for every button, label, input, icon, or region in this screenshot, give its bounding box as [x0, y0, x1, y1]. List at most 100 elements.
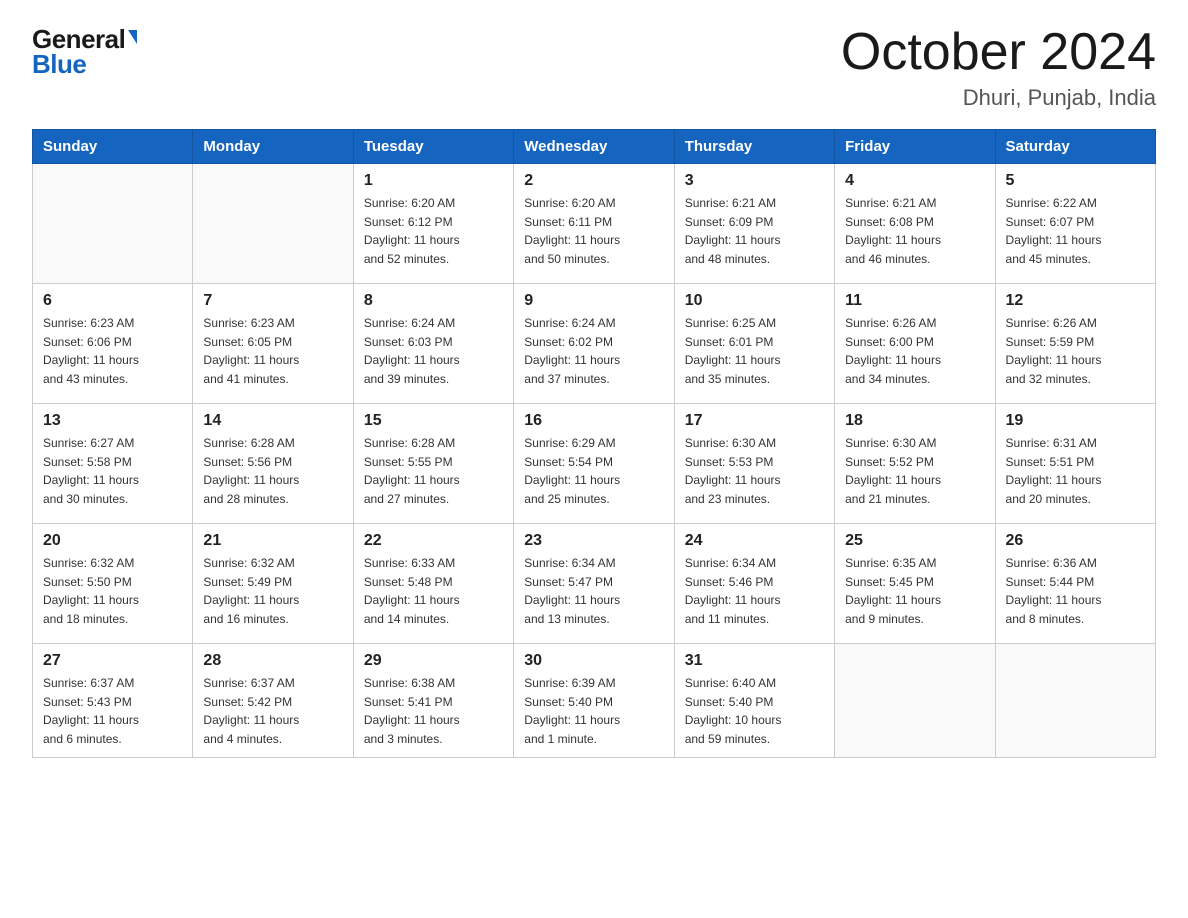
day-info: Sunrise: 6:33 AMSunset: 5:48 PMDaylight:…: [364, 554, 503, 628]
day-info: Sunrise: 6:31 AMSunset: 5:51 PMDaylight:…: [1006, 434, 1145, 508]
day-info: Sunrise: 6:25 AMSunset: 6:01 PMDaylight:…: [685, 314, 824, 388]
week-row-4: 20Sunrise: 6:32 AMSunset: 5:50 PMDayligh…: [33, 524, 1156, 644]
column-header-saturday: Saturday: [995, 130, 1155, 164]
day-number: 6: [43, 292, 182, 310]
day-number: 17: [685, 412, 824, 430]
day-info: Sunrise: 6:26 AMSunset: 5:59 PMDaylight:…: [1006, 314, 1145, 388]
day-number: 27: [43, 652, 182, 670]
header-row: SundayMondayTuesdayWednesdayThursdayFrid…: [33, 130, 1156, 164]
day-number: 7: [203, 292, 342, 310]
day-number: 10: [685, 292, 824, 310]
week-row-1: 1Sunrise: 6:20 AMSunset: 6:12 PMDaylight…: [33, 164, 1156, 284]
day-cell: [193, 164, 353, 284]
column-header-monday: Monday: [193, 130, 353, 164]
day-number: 1: [364, 172, 503, 190]
day-cell: 2 Sunrise: 6:20 AMSunset: 6:11 PMDaylight…: [514, 164, 674, 284]
day-number: 22: [364, 532, 503, 550]
title-area: October 2024 Dhuri, Punjab, India: [841, 24, 1156, 111]
day-number: 23: [524, 532, 663, 550]
day-info: Sunrise: 6:23 AMSunset: 6:05 PMDaylight:…: [203, 314, 342, 388]
day-info: Sunrise: 6:38 AMSunset: 5:41 PMDaylight:…: [364, 674, 503, 748]
day-info: Sunrise: 6:27 AMSunset: 5:58 PMDaylight:…: [43, 434, 182, 508]
day-cell: 15 Sunrise: 6:28 AMSunset: 5:55 PMDayligh…: [353, 404, 513, 524]
logo-triangle-icon: [128, 30, 137, 44]
day-info: Sunrise: 6:34 AMSunset: 5:46 PMDaylight:…: [685, 554, 824, 628]
day-info: Sunrise: 6:24 AMSunset: 6:02 PMDaylight:…: [524, 314, 663, 388]
day-cell: 30 Sunrise: 6:39 AMSunset: 5:40 PMDayligh…: [514, 644, 674, 757]
day-info: Sunrise: 6:39 AMSunset: 5:40 PMDaylight:…: [524, 674, 663, 748]
week-row-5: 27 Sunrise: 6:37 AMSunset: 5:43 PMDayligh…: [33, 644, 1156, 757]
day-cell: 21 Sunrise: 6:32 AMSunset: 5:49 PMDayligh…: [193, 524, 353, 644]
calendar-title: October 2024: [841, 24, 1156, 81]
day-number: 15: [364, 412, 503, 430]
day-number: 16: [524, 412, 663, 430]
day-cell: 31 Sunrise: 6:40 AMSunset: 5:40 PMDayligh…: [674, 644, 834, 757]
day-info: Sunrise: 6:36 AMSunset: 5:44 PMDaylight:…: [1006, 554, 1145, 628]
day-cell: 13 Sunrise: 6:27 AMSunset: 5:58 PMDayligh…: [33, 404, 193, 524]
day-cell: 24 Sunrise: 6:34 AMSunset: 5:46 PMDayligh…: [674, 524, 834, 644]
week-row-2: 6 Sunrise: 6:23 AMSunset: 6:06 PMDaylight…: [33, 284, 1156, 404]
day-info: Sunrise: 6:37 AMSunset: 5:43 PMDaylight:…: [43, 674, 182, 748]
day-info: Sunrise: 6:21 AMSunset: 6:08 PMDaylight:…: [845, 194, 984, 268]
day-info: Sunrise: 6:28 AMSunset: 5:55 PMDaylight:…: [364, 434, 503, 508]
day-info: Sunrise: 6:32 AMSunset: 5:49 PMDaylight:…: [203, 554, 342, 628]
day-number: 28: [203, 652, 342, 670]
day-number: 2: [524, 172, 663, 190]
logo: General Blue: [32, 24, 137, 80]
day-cell: 3 Sunrise: 6:21 AMSunset: 6:09 PMDaylight…: [674, 164, 834, 284]
day-number: 18: [845, 412, 984, 430]
column-header-wednesday: Wednesday: [514, 130, 674, 164]
column-header-tuesday: Tuesday: [353, 130, 513, 164]
day-info: Sunrise: 6:30 AMSunset: 5:52 PMDaylight:…: [845, 434, 984, 508]
logo-blue: Blue: [32, 49, 86, 80]
day-number: 30: [524, 652, 663, 670]
day-cell: 20Sunrise: 6:32 AMSunset: 5:50 PMDayligh…: [33, 524, 193, 644]
day-info: Sunrise: 6:30 AMSunset: 5:53 PMDaylight:…: [685, 434, 824, 508]
day-cell: 23 Sunrise: 6:34 AMSunset: 5:47 PMDayligh…: [514, 524, 674, 644]
day-cell: 25Sunrise: 6:35 AMSunset: 5:45 PMDayligh…: [835, 524, 995, 644]
column-header-thursday: Thursday: [674, 130, 834, 164]
day-info: Sunrise: 6:34 AMSunset: 5:47 PMDaylight:…: [524, 554, 663, 628]
day-info: Sunrise: 6:21 AMSunset: 6:09 PMDaylight:…: [685, 194, 824, 268]
day-info: Sunrise: 6:40 AMSunset: 5:40 PMDaylight:…: [685, 674, 824, 748]
day-number: 31: [685, 652, 824, 670]
day-cell: 14Sunrise: 6:28 AMSunset: 5:56 PMDayligh…: [193, 404, 353, 524]
day-cell: 29Sunrise: 6:38 AMSunset: 5:41 PMDayligh…: [353, 644, 513, 757]
day-number: 11: [845, 292, 984, 310]
calendar-table: SundayMondayTuesdayWednesdayThursdayFrid…: [32, 129, 1156, 757]
day-info: Sunrise: 6:37 AMSunset: 5:42 PMDaylight:…: [203, 674, 342, 748]
day-number: 9: [524, 292, 663, 310]
day-cell: [995, 644, 1155, 757]
day-number: 20: [43, 532, 182, 550]
header: General Blue October 2024 Dhuri, Punjab,…: [32, 24, 1156, 111]
day-number: 21: [203, 532, 342, 550]
day-cell: 8Sunrise: 6:24 AMSunset: 6:03 PMDaylight…: [353, 284, 513, 404]
day-number: 4: [845, 172, 984, 190]
day-cell: 16 Sunrise: 6:29 AMSunset: 5:54 PMDayligh…: [514, 404, 674, 524]
day-info: Sunrise: 6:22 AMSunset: 6:07 PMDaylight:…: [1006, 194, 1145, 268]
day-number: 19: [1006, 412, 1145, 430]
day-info: Sunrise: 6:26 AMSunset: 6:00 PMDaylight:…: [845, 314, 984, 388]
day-cell: 17 Sunrise: 6:30 AMSunset: 5:53 PMDayligh…: [674, 404, 834, 524]
day-cell: 12Sunrise: 6:26 AMSunset: 5:59 PMDayligh…: [995, 284, 1155, 404]
day-number: 3: [685, 172, 824, 190]
day-number: 24: [685, 532, 824, 550]
day-info: Sunrise: 6:29 AMSunset: 5:54 PMDaylight:…: [524, 434, 663, 508]
day-cell: 18 Sunrise: 6:30 AMSunset: 5:52 PMDayligh…: [835, 404, 995, 524]
day-cell: 10 Sunrise: 6:25 AMSunset: 6:01 PMDayligh…: [674, 284, 834, 404]
calendar-subtitle: Dhuri, Punjab, India: [841, 85, 1156, 111]
day-cell: [835, 644, 995, 757]
day-cell: 9 Sunrise: 6:24 AMSunset: 6:02 PMDaylight…: [514, 284, 674, 404]
day-cell: 19 Sunrise: 6:31 AMSunset: 5:51 PMDayligh…: [995, 404, 1155, 524]
day-cell: 7 Sunrise: 6:23 AMSunset: 6:05 PMDaylight…: [193, 284, 353, 404]
day-cell: 22 Sunrise: 6:33 AMSunset: 5:48 PMDayligh…: [353, 524, 513, 644]
day-number: 13: [43, 412, 182, 430]
day-cell: [33, 164, 193, 284]
day-number: 25: [845, 532, 984, 550]
day-cell: 6 Sunrise: 6:23 AMSunset: 6:06 PMDaylight…: [33, 284, 193, 404]
day-info: Sunrise: 6:23 AMSunset: 6:06 PMDaylight:…: [43, 314, 182, 388]
day-cell: 1Sunrise: 6:20 AMSunset: 6:12 PMDaylight…: [353, 164, 513, 284]
day-info: Sunrise: 6:20 AMSunset: 6:11 PMDaylight:…: [524, 194, 663, 268]
day-cell: 26Sunrise: 6:36 AMSunset: 5:44 PMDayligh…: [995, 524, 1155, 644]
day-cell: 4 Sunrise: 6:21 AMSunset: 6:08 PMDaylight…: [835, 164, 995, 284]
